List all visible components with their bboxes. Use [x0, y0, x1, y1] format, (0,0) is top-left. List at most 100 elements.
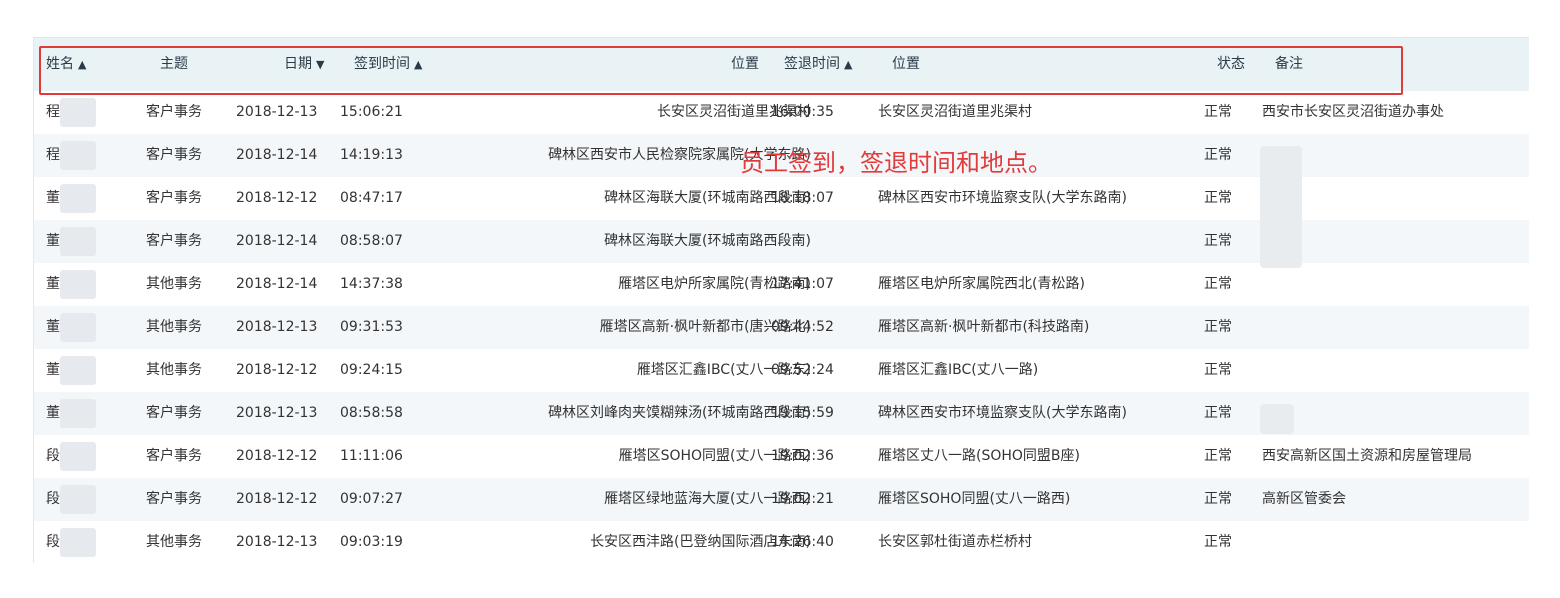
name-blur [60, 98, 96, 127]
cell-subject: 其他事务 [146, 276, 202, 292]
cell-in: 09:31:53 [340, 319, 403, 335]
cell-name: 程 [46, 147, 60, 163]
cell-status: 正常 [1204, 362, 1232, 378]
cell-loc2: 雁塔区SOHO同盟(丈八一路西) [878, 491, 1071, 507]
sort-asc-icon: ▲ [78, 58, 87, 71]
cell-date: 2018-12-12 [236, 190, 318, 206]
cell-loc2: 长安区郭杜街道赤栏桥村 [878, 534, 1032, 550]
cell-date: 2018-12-13 [236, 104, 318, 120]
cell-status: 正常 [1204, 276, 1232, 292]
cell-loc2: 雁塔区电炉所家属院西北(青松路) [878, 276, 1085, 292]
cell-loc2: 碑林区西安市环境监察支队(大学东路南) [878, 190, 1127, 206]
name-blur [60, 528, 96, 557]
cell-date: 2018-12-12 [236, 448, 318, 464]
cell-in: 15:06:21 [340, 104, 403, 120]
cell-in: 11:11:06 [340, 448, 403, 464]
cell-date: 2018-12-14 [236, 276, 318, 292]
column-header-name[interactable]: 姓名 ▲ [46, 38, 86, 91]
name-blur [60, 270, 96, 299]
cell-subject: 客户事务 [146, 190, 202, 206]
column-header-location[interactable]: 位置 [731, 38, 759, 91]
cell-date: 2018-12-12 [236, 491, 318, 507]
cell-loc2: 碑林区西安市环境监察支队(大学东路南) [878, 405, 1127, 421]
column-header-checkin-time[interactable]: 签到时间 ▲ [354, 38, 422, 91]
cell-name: 段 [46, 491, 60, 507]
cell-name: 董 [46, 405, 60, 421]
cell-status: 正常 [1204, 104, 1232, 120]
cell-remark: 高新区管委会 [1262, 491, 1346, 507]
cell-status: 正常 [1204, 147, 1232, 163]
cell-name: 段 [46, 448, 60, 464]
column-header-location2[interactable]: 位置 [892, 38, 920, 91]
table-row[interactable]: 董 客户事务 2018-12-14 08:58:07 碑林区海联大厦(环城南路西段南) 正… [34, 220, 1529, 263]
cell-subject: 其他事务 [146, 362, 202, 378]
cell-status: 正常 [1204, 448, 1232, 464]
cell-in: 14:19:13 [340, 147, 403, 163]
grid-header: 姓名 ▲ 主题 日期 ▼ 签到时间 ▲ 位置 签退时间 ▲ 位置 状态 备注 [34, 38, 1529, 92]
cell-in: 08:47:17 [340, 190, 403, 206]
cell-name: 程 [46, 104, 60, 120]
cell-out: 19:02:36 [771, 448, 834, 464]
cell-loc2: 雁塔区丈八一路(SOHO同盟B座) [878, 448, 1080, 464]
cell-out: 17:41:07 [771, 276, 834, 292]
cell-subject: 客户事务 [146, 448, 202, 464]
privacy-mask [1260, 146, 1302, 268]
cell-remark: 西安高新区国土资源和房屋管理局 [1262, 448, 1472, 464]
cell-date: 2018-12-14 [236, 233, 318, 249]
column-header-checkout-time[interactable]: 签退时间 ▲ [784, 38, 852, 91]
cell-status: 正常 [1204, 233, 1232, 249]
table-row[interactable]: 董客户事务 2018-12-12 08:47:17 碑林区海联大厦(环城南路西段南) 1… [34, 177, 1529, 220]
sort-asc-icon: ▲ [414, 58, 423, 71]
cell-loc2: 雁塔区汇鑫IBC(丈八一路) [878, 362, 1039, 378]
cell-name: 董 [46, 362, 60, 378]
cell-out: 14:26:40 [771, 534, 834, 550]
cell-in: 08:58:58 [340, 405, 403, 421]
table-row[interactable]: 程 客户事务 2018-12-13 15:06:21 长安区灵沼街道里兆渠村 16:00:… [34, 91, 1529, 134]
cell-status: 正常 [1204, 190, 1232, 206]
cell-subject: 客户事务 [146, 104, 202, 120]
column-header-status[interactable]: 状态 [1217, 38, 1245, 91]
name-blur [60, 356, 96, 385]
cell-subject: 其他事务 [146, 534, 202, 550]
column-header-date[interactable]: 日期 ▼ [284, 38, 324, 91]
table-row[interactable]: 段客户事务 2018-12-12 11:11:06 雁塔区SOHO同盟(丈八一路西) 1… [34, 435, 1529, 478]
cell-date: 2018-12-13 [236, 405, 318, 421]
cell-date: 2018-12-12 [236, 362, 318, 378]
cell-remark: 西安市长安区灵沼街道办事处 [1262, 104, 1444, 120]
cell-subject: 客户事务 [146, 233, 202, 249]
table-row[interactable]: 董其他事务 2018-12-12 09:24:15 雁塔区汇鑫IBC(丈八一路东) 09… [34, 349, 1529, 392]
cell-name: 董 [46, 276, 60, 292]
cell-in: 08:58:07 [340, 233, 403, 249]
cell-status: 正常 [1204, 534, 1232, 550]
cell-status: 正常 [1204, 405, 1232, 421]
cell-in: 09:07:27 [340, 491, 403, 507]
cell-subject: 客户事务 [146, 405, 202, 421]
name-blur [60, 313, 96, 342]
table-row[interactable]: 董其他事务 2018-12-14 14:37:38 雁塔区电炉所家属院(青松路南) 17… [34, 263, 1529, 306]
cell-out: 16:00:35 [771, 104, 834, 120]
name-blur [60, 399, 96, 428]
cell-date: 2018-12-13 [236, 319, 318, 335]
column-header-subject[interactable]: 主题 [160, 38, 188, 91]
table-row[interactable]: 段其他事务 2018-12-13 09:03:19 长安区西沣路(巴登纳国际酒店东南)… [34, 521, 1529, 563]
cell-date: 2018-12-14 [236, 147, 318, 163]
cell-status: 正常 [1204, 319, 1232, 335]
cell-out: 09:52:24 [771, 362, 834, 378]
cell-name: 董 [46, 190, 60, 206]
cell-subject: 客户事务 [146, 147, 202, 163]
cell-subject: 客户事务 [146, 491, 202, 507]
sort-desc-icon: ▼ [316, 58, 325, 71]
name-blur [60, 141, 96, 170]
annotation-text: 员工签到，签退时间和地点。 [740, 149, 1052, 177]
cell-loc2: 长安区灵沼街道里兆渠村 [878, 104, 1032, 120]
sort-asc-icon: ▲ [844, 58, 853, 71]
name-blur [60, 184, 96, 213]
cell-out: 19:02:21 [771, 491, 834, 507]
column-header-remark[interactable]: 备注 [1275, 38, 1303, 91]
table-row[interactable]: 董客户事务 2018-12-13 08:58:58 碑林区刘峰肉夹馍糊辣汤(环城南路西… [34, 392, 1529, 435]
table-row[interactable]: 段客户事务 2018-12-12 09:07:27 雁塔区绿地蓝海大厦(丈八一路西) 1… [34, 478, 1529, 521]
cell-out: 18:18:07 [771, 190, 834, 206]
cell-name: 董 [46, 319, 60, 335]
table-row[interactable]: 董其他事务 2018-12-13 09:31:53 雁塔区高新·枫叶新都市(唐兴路北)… [34, 306, 1529, 349]
cell-date: 2018-12-13 [236, 534, 318, 550]
